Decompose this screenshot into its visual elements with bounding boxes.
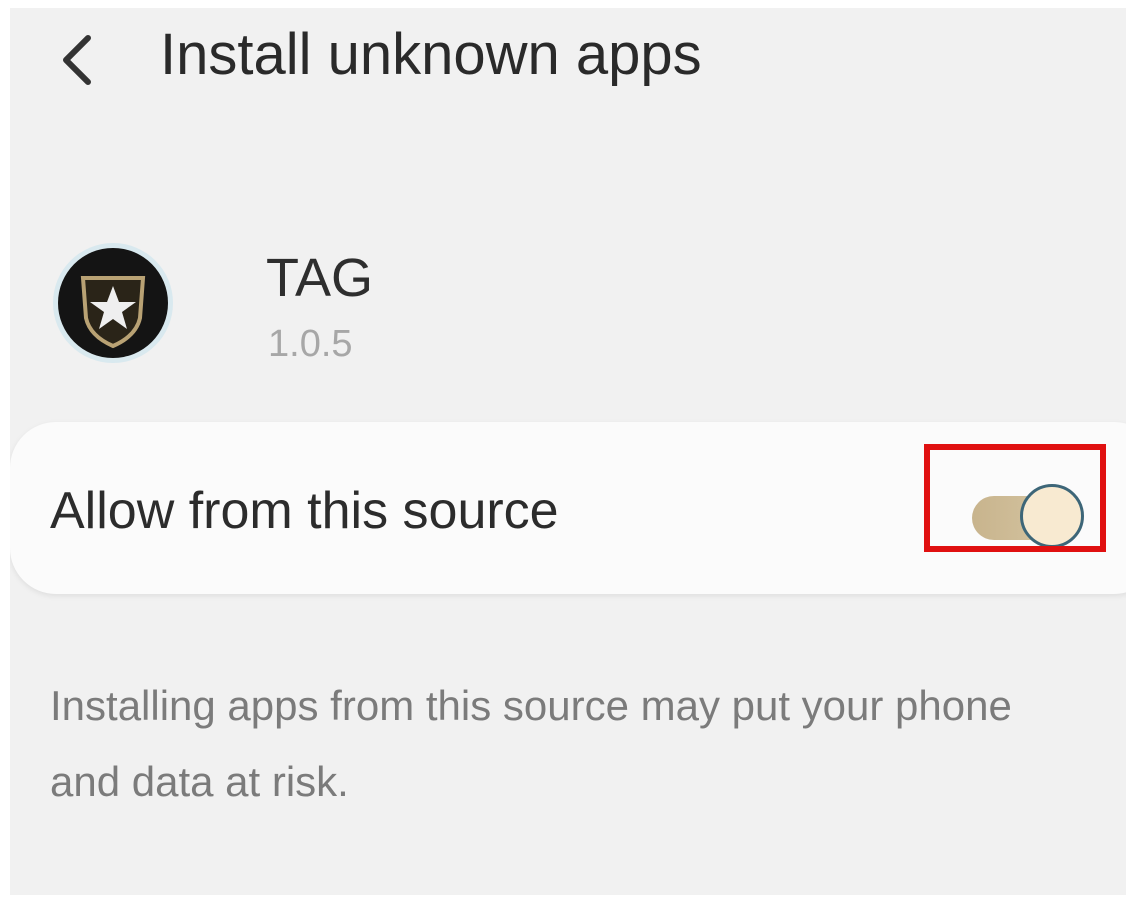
settings-screen: Install unknown apps TAG 1.0.5 Allow fro… [10,8,1126,895]
app-bar: Install unknown apps [10,8,1126,108]
chevron-left-icon [48,20,108,90]
security-warning: Installing apps from this source may put… [50,682,1012,805]
app-version: 1.0.5 [268,323,353,365]
toggle-thumb [1020,484,1084,548]
allow-source-label: Allow from this source [50,482,559,540]
app-name: TAG [266,248,373,308]
army-star-shield-icon [50,240,176,366]
allow-source-setting[interactable]: Allow from this source [10,422,1126,594]
back-button[interactable] [48,20,108,90]
page-title: Install unknown apps [160,22,702,87]
app-info-row: TAG 1.0.5 [10,233,1126,373]
allow-source-toggle[interactable] [968,480,1094,556]
